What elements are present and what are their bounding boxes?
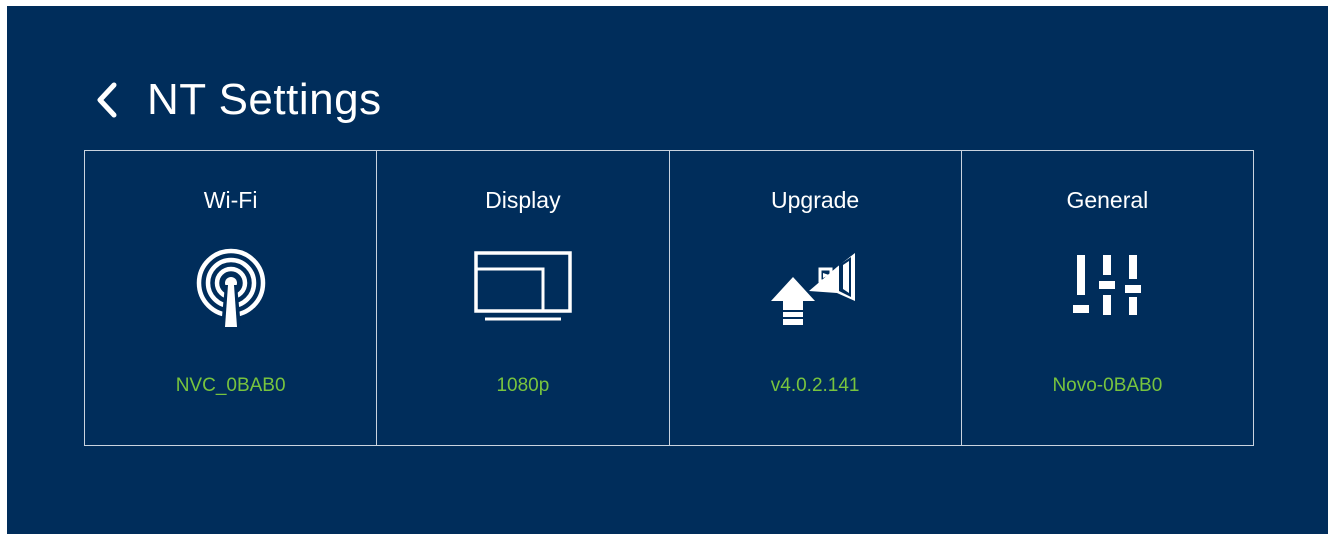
header: NT Settings <box>95 70 382 130</box>
tile-upgrade-value: v4.0.2.141 <box>770 375 860 396</box>
tile-wifi[interactable]: Wi-Fi NVC_0BAB0 <box>85 151 378 445</box>
sliders-icon <box>1073 255 1142 315</box>
tile-upgrade-label: Upgrade <box>771 187 860 213</box>
tile-wifi-value: NVC_0BAB0 <box>175 375 286 396</box>
tile-general[interactable]: General Novo-0BAB0 <box>962 151 1253 445</box>
tile-display-label: Display <box>485 187 561 213</box>
tile-display-value: 1080p <box>496 375 550 396</box>
monitor-icon <box>474 251 572 321</box>
tile-display[interactable]: Display 1080p <box>377 151 670 445</box>
tile-upgrade[interactable]: Upgrade v4.0.2.141 <box>670 151 962 445</box>
tile-general-value: Novo-0BAB0 <box>1052 375 1163 396</box>
settings-screen: NT Settings Wi-Fi NVC_0BAB0 Display 1080… <box>7 6 1328 534</box>
upgrade-arrow-icon <box>771 253 856 325</box>
tile-wifi-label: Wi-Fi <box>203 187 258 213</box>
settings-grid: Wi-Fi NVC_0BAB0 Display 1080p Upgrade v4… <box>84 150 1254 446</box>
wifi-antenna-icon <box>196 248 265 327</box>
page-title: NT Settings <box>147 75 382 124</box>
tile-general-label: General <box>1066 187 1149 213</box>
chevron-left-icon <box>97 82 117 118</box>
back-button[interactable] <box>95 70 129 130</box>
